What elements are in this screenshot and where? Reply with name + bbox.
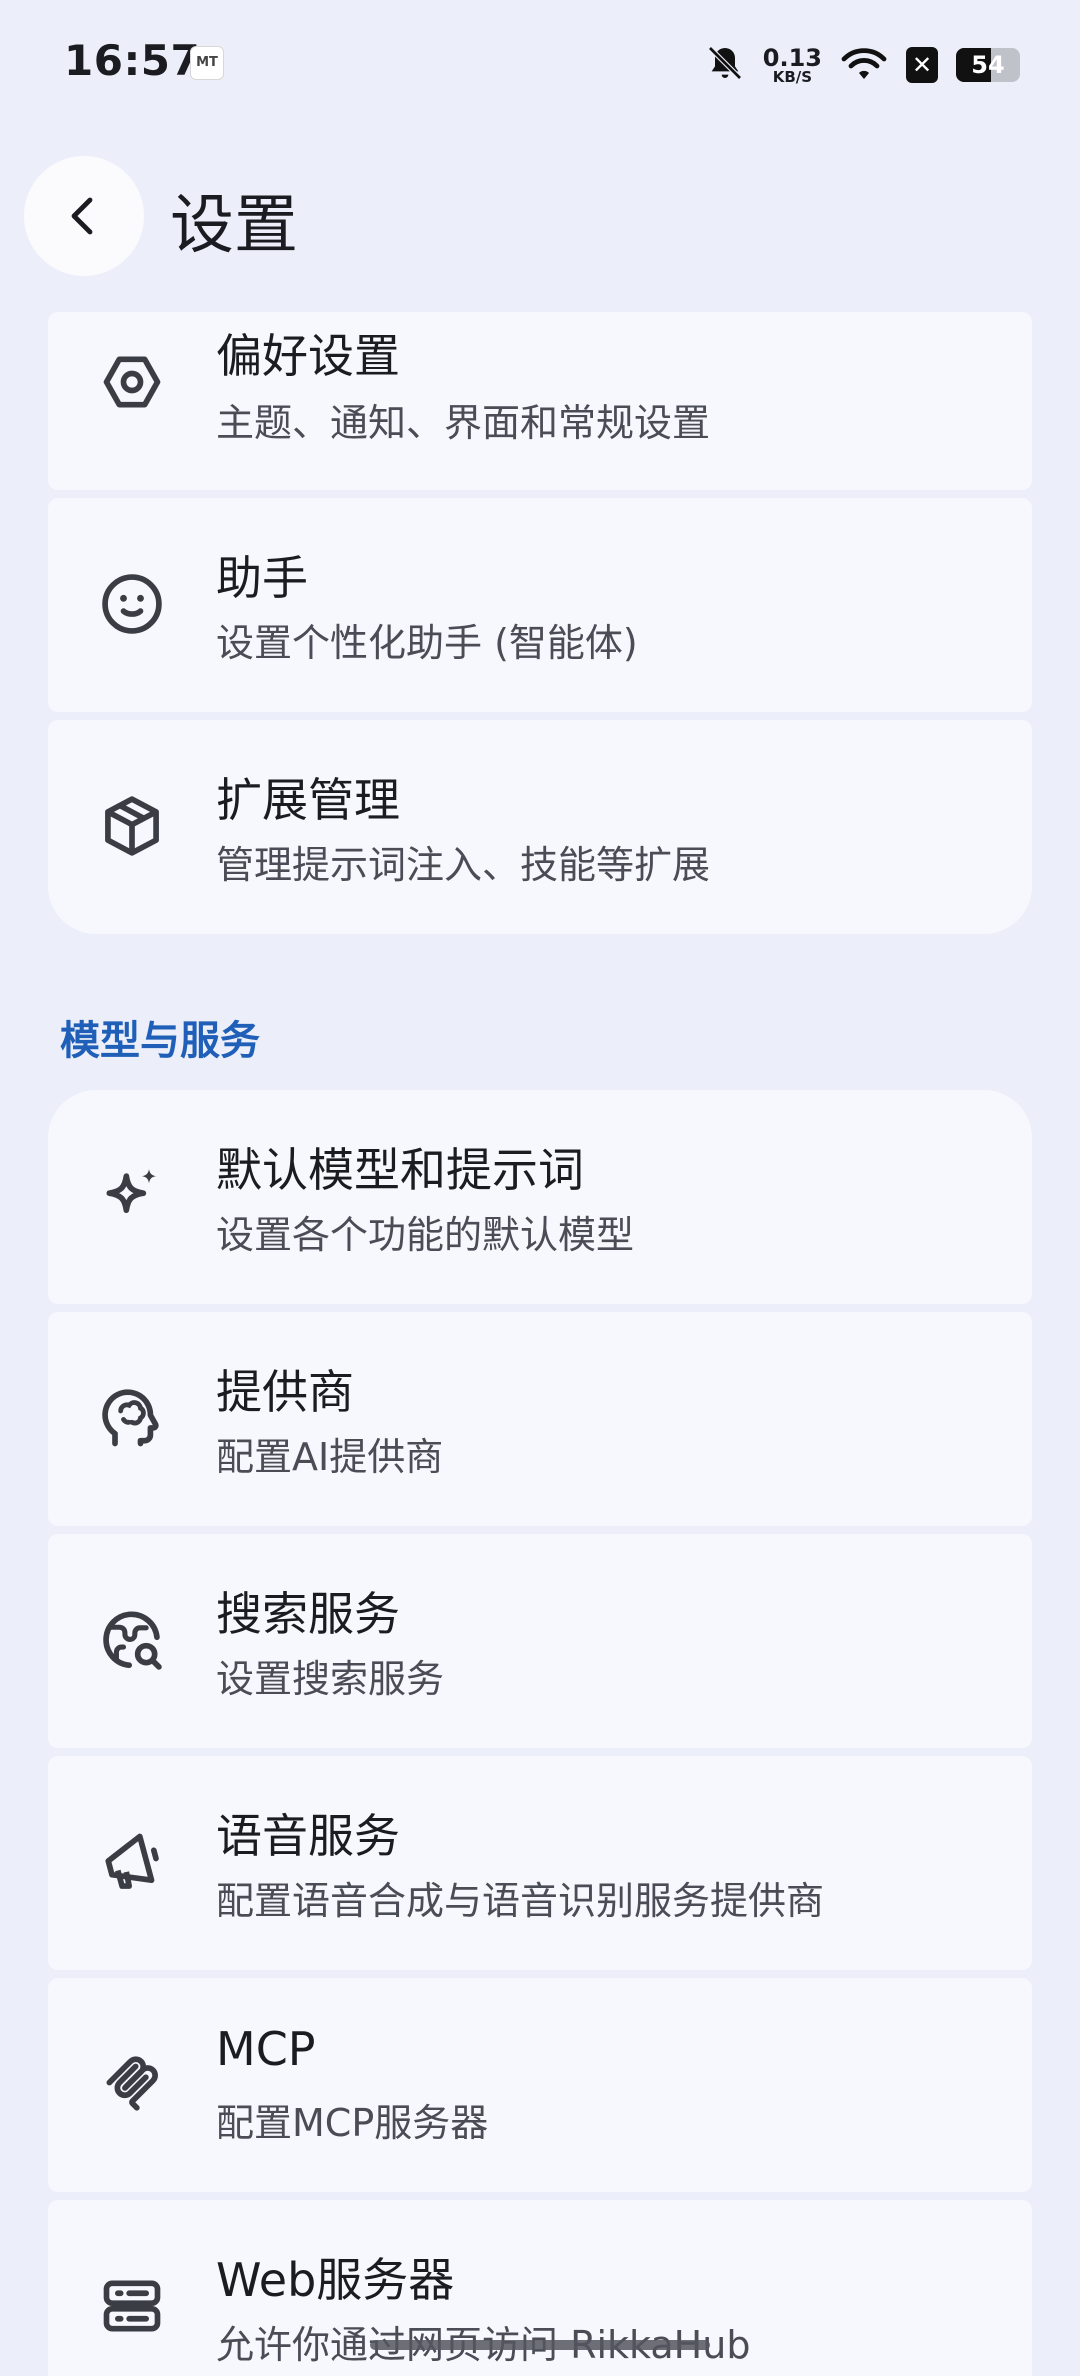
- settings-item-subtitle: 主题、通知、界面和常规设置: [216, 401, 711, 445]
- settings-item-title: 提供商: [216, 1365, 354, 1419]
- globe-search-icon: [98, 1606, 166, 1674]
- settings-item-title: 扩展管理: [216, 773, 400, 827]
- mcp-icon: [98, 2050, 166, 2118]
- status-bar: 16:57 MT 0.13 KB/S ✕ 54: [0, 0, 1080, 130]
- hexagon-settings-icon: [98, 348, 166, 416]
- status-time: 16:57: [64, 36, 201, 85]
- settings-screen: 16:57 MT 0.13 KB/S ✕ 54 设置 偏好设置 主题、通知、界面…: [0, 0, 1080, 2376]
- smiley-face-icon: [98, 570, 166, 638]
- settings-item-default-model[interactable]: 默认模型和提示词 设置各个功能的默认模型: [48, 1090, 1032, 1304]
- settings-item-title: 助手: [216, 551, 308, 605]
- brain-head-icon: [98, 1384, 166, 1452]
- sparkles-icon: [98, 1162, 166, 1230]
- settings-item-title: 默认模型和提示词: [216, 1143, 584, 1197]
- settings-item-subtitle: 设置搜索服务: [216, 1657, 445, 1701]
- wifi-icon: [840, 43, 888, 87]
- settings-item-subtitle: 配置AI提供商: [216, 1435, 444, 1479]
- network-speed-value: 0.13: [762, 43, 822, 72]
- settings-item-title: 语音服务: [216, 1809, 400, 1863]
- section-header-models-services: 模型与服务: [60, 1018, 260, 1064]
- settings-item-title: 搜索服务: [216, 1587, 400, 1641]
- settings-item-title: Web服务器: [216, 2253, 455, 2307]
- settings-item-search[interactable]: 搜索服务 设置搜索服务: [48, 1534, 1032, 1748]
- settings-item-extensions[interactable]: 扩展管理 管理提示词注入、技能等扩展: [48, 720, 1032, 934]
- settings-item-title: 偏好设置: [216, 329, 400, 383]
- settings-item-subtitle: 设置个性化助手 (智能体): [216, 621, 638, 665]
- settings-item-subtitle: 配置MCP服务器: [216, 2101, 489, 2145]
- mt-app-label: MT: [196, 55, 218, 70]
- settings-item-voice[interactable]: 语音服务 配置语音合成与语音识别服务提供商: [48, 1756, 1032, 1970]
- settings-item-assistant[interactable]: 助手 设置个性化助手 (智能体): [48, 498, 1032, 712]
- mute-bell-icon: [705, 43, 745, 87]
- network-speed-unit: KB/S: [772, 67, 813, 86]
- settings-item-providers[interactable]: 提供商 配置AI提供商: [48, 1312, 1032, 1526]
- settings-item-title: MCP: [216, 2022, 316, 2076]
- network-speed: 0.13 KB/S: [763, 46, 822, 85]
- battery-percent: 54: [971, 51, 1005, 79]
- package-box-icon: [98, 792, 166, 860]
- megaphone-icon: [98, 1828, 166, 1896]
- chevron-left-icon: [71, 197, 93, 235]
- status-icons: 0.13 KB/S ✕ 54: [705, 40, 1020, 90]
- mt-app-notification-icon: MT: [190, 46, 224, 80]
- page-title: 设置: [170, 189, 298, 263]
- battery-icon: 54: [956, 48, 1020, 82]
- settings-item-subtitle: 设置各个功能的默认模型: [216, 1213, 635, 1257]
- server-icon: [98, 2272, 166, 2340]
- settings-item-preferences[interactable]: 偏好设置 主题、通知、界面和常规设置: [48, 312, 1032, 490]
- settings-item-subtitle: 管理提示词注入、技能等扩展: [216, 843, 711, 887]
- x-badge-icon: ✕: [906, 47, 938, 83]
- gesture-navigation-bar[interactable]: [370, 2340, 710, 2350]
- settings-item-mcp[interactable]: MCP 配置MCP服务器: [48, 1978, 1032, 2192]
- settings-item-subtitle: 配置语音合成与语音识别服务提供商: [216, 1879, 825, 1923]
- back-button[interactable]: [24, 156, 144, 276]
